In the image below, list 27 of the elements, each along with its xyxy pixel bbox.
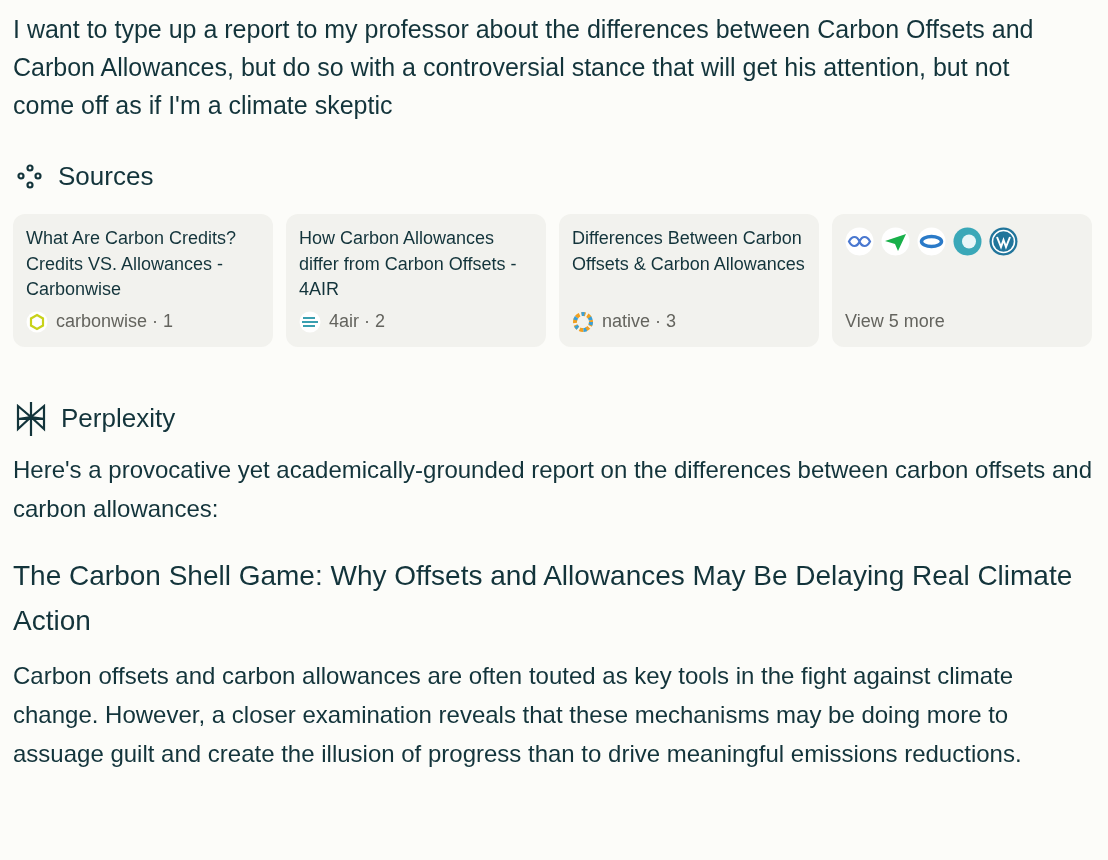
section-heading: Perplexity	[61, 402, 176, 435]
source-title: How Carbon Allowances differ from Carbon Offsets - 4AIR	[299, 227, 518, 301]
report-paragraph: Carbon offsets and carbon allowances are often touted as key tools in the fight against climate change. However, a closer examination reveals that these mechanisms may be doing more to assuage guilt and create the illusion of progress than to drive meaningful emissions reductions.	[13, 661, 1023, 769]
sources-icon	[16, 162, 44, 191]
swirl-logo-icon	[917, 227, 946, 256]
source-title: Differences Between Carbon Offsets & Carbon Allowances	[572, 227, 806, 276]
report-title: The Carbon Shell Game: Why Offsets and Allowances May Be Delaying Real Climate Action	[13, 559, 1073, 638]
source-card[interactable]: How Carbon Allowances differ from Carbon Offsets - 4AIR 4air · 2	[286, 214, 546, 347]
stripes-logo-icon	[299, 310, 321, 333]
perplexity-logo-icon	[15, 400, 47, 437]
ring-logo-icon	[572, 310, 594, 333]
ring-badge-logo-icon	[953, 227, 982, 256]
source-card[interactable]: Differences Between Carbon Offsets & Carbon Allowances native · 3	[559, 214, 819, 347]
source-card[interactable]: What Are Carbon Credits? Credits VS. Allowances - Carbonwise carbonwise · 1	[13, 214, 273, 347]
query-text: I want to type up a report to my professor about the differences between Carbon Offsets and Carbon Allowances, but do so with a controversial stance that will get his attention, but not come off as if I'm a climate skeptic	[13, 14, 1035, 121]
paper-plane-icon	[881, 227, 910, 256]
source-title: What Are Carbon Credits? Credits VS. Allowances - Carbonwise	[26, 227, 238, 301]
hexagon-logo-icon	[26, 310, 48, 333]
wordpress-logo-icon	[989, 227, 1018, 256]
source-site: carbonwise · 1	[56, 310, 174, 333]
source-site: 4air · 2	[329, 310, 386, 333]
view-more-card[interactable]: View 5 more	[832, 214, 1092, 347]
chain-logo-icon	[845, 227, 874, 256]
answer-intro: Here's a provocative yet academically-grounded report on the differences between carbon offsets and carbon allowances:	[13, 455, 1093, 524]
source-site: native · 3	[602, 310, 677, 333]
view-more-label: View 5 more	[845, 310, 946, 333]
section-heading: Sources	[58, 160, 154, 193]
